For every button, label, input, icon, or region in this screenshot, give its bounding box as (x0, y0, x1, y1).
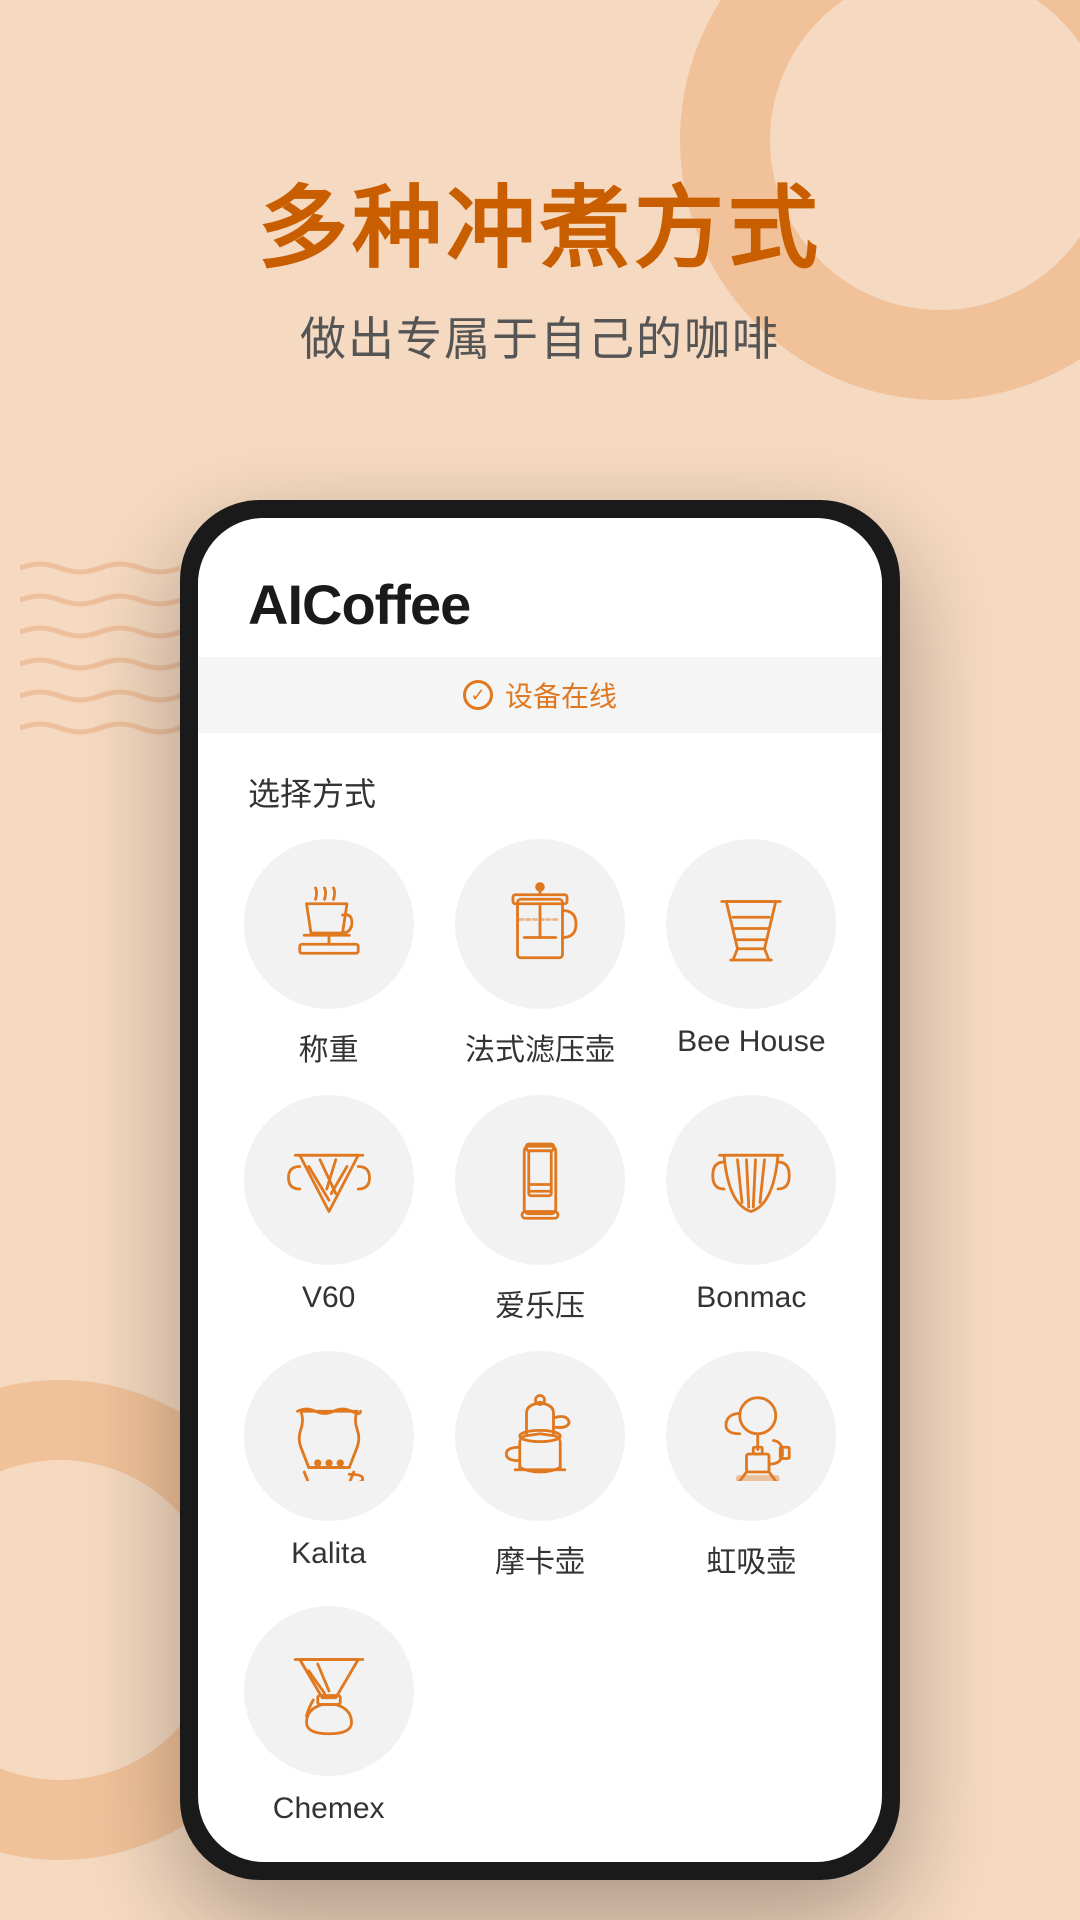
siphon-label: 虹吸壶 (706, 1537, 796, 1581)
app-header: AICoffee (198, 518, 882, 657)
method-bee-house[interactable]: Bee House (651, 839, 852, 1075)
v60-icon-circle (244, 1095, 414, 1265)
chemex-label: Chemex (273, 1792, 385, 1826)
status-text: 设备在线 (505, 675, 617, 715)
moka-icon-circle (455, 1351, 625, 1521)
method-bonmac[interactable]: Bonmac (651, 1095, 852, 1331)
wave-decoration (20, 560, 180, 736)
bonmac-label: Bonmac (696, 1281, 806, 1315)
phone-screen: AICoffee ✓ 设备在线 选择方式 (198, 518, 882, 1862)
v60-label: V60 (302, 1281, 355, 1315)
method-chemex[interactable]: Chemex (228, 1606, 429, 1832)
method-siphon[interactable]: 虹吸壶 (651, 1351, 852, 1587)
bee-house-icon-circle (666, 839, 836, 1009)
method-moka[interactable]: 摩卡壶 (439, 1351, 640, 1587)
chemex-icon-circle (244, 1606, 414, 1776)
section-label: 选择方式 (198, 733, 882, 839)
method-french-press[interactable]: 法式滤压壶 (439, 839, 640, 1075)
hero-title: 多种冲煮方式 (0, 180, 1080, 279)
scale-icon-circle (244, 839, 414, 1009)
status-check-icon: ✓ (463, 680, 493, 710)
moka-label: 摩卡壶 (495, 1537, 585, 1581)
phone-mockup: AICoffee ✓ 设备在线 选择方式 (180, 500, 900, 1880)
phone-frame: AICoffee ✓ 设备在线 选择方式 (180, 500, 900, 1880)
bonmac-icon-circle (666, 1095, 836, 1265)
hero-section: 多种冲煮方式 做出专属于自己的咖啡 (0, 180, 1080, 369)
method-v60[interactable]: V60 (228, 1095, 429, 1331)
hero-subtitle: 做出专属于自己的咖啡 (0, 303, 1080, 369)
scale-label: 称重 (299, 1025, 359, 1069)
french-press-label: 法式滤压壶 (465, 1025, 615, 1069)
kalita-icon-circle (244, 1351, 414, 1521)
status-bar: ✓ 设备在线 (198, 657, 882, 733)
method-aeropress[interactable]: 爱乐压 (439, 1095, 640, 1331)
app-title: AICoffee (248, 572, 832, 637)
siphon-icon-circle (666, 1351, 836, 1521)
kalita-label: Kalita (291, 1537, 366, 1571)
method-kalita[interactable]: Kalita (228, 1351, 429, 1587)
aeropress-icon-circle (455, 1095, 625, 1265)
method-scale[interactable]: 称重 (228, 839, 429, 1075)
aeropress-label: 爱乐压 (495, 1281, 585, 1325)
french-press-icon-circle (455, 839, 625, 1009)
methods-grid: 称重 (198, 839, 882, 1862)
bee-house-label: Bee House (677, 1025, 825, 1059)
